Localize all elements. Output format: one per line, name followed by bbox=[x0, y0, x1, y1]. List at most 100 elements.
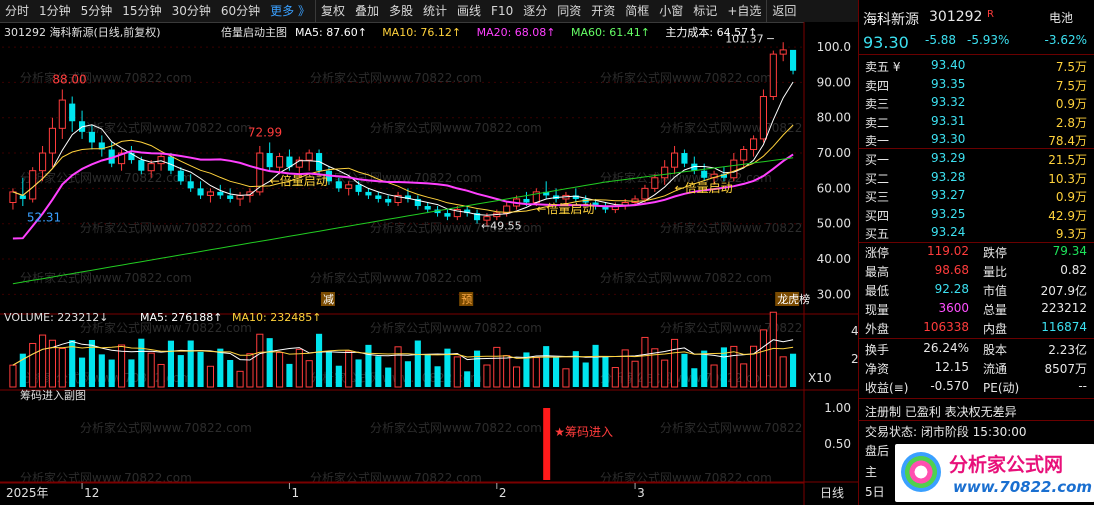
watermark-text: 分析家公式网www.70822.com bbox=[310, 270, 482, 285]
ask-row: 卖三 93.32 0.9万 bbox=[859, 94, 1094, 112]
candle-body-up bbox=[651, 177, 659, 189]
toolbar-button-3[interactable]: 15分钟 bbox=[117, 0, 166, 22]
watermark-text: 分析家公式网www.70822.com bbox=[370, 420, 542, 435]
ask-volume: 78.4万 bbox=[1048, 134, 1087, 148]
candle-body-down bbox=[88, 131, 95, 143]
toolbar-button-12[interactable]: F10 bbox=[486, 0, 518, 22]
toolbar-button-16[interactable]: 简框 bbox=[620, 0, 654, 22]
volume-bar-down bbox=[79, 357, 86, 387]
price-change-pct: -5.93% bbox=[967, 33, 1010, 47]
main-legend-5: MA60: 61.41↑ bbox=[571, 26, 650, 39]
toolbar-button-6[interactable]: 更多 》 bbox=[265, 0, 315, 22]
candle-body-down bbox=[355, 184, 362, 192]
annotations: 88.0052.3172.99←49.55101.37 ─←倍量启动←倍量启动←… bbox=[27, 33, 810, 480]
toolbar-button-10[interactable]: 统计 bbox=[418, 0, 452, 22]
candle-body-up bbox=[750, 138, 758, 151]
volume-bar-down bbox=[365, 344, 372, 387]
quote-panel: 海科新源 301292 R 电池 93.30 -5.88 -5.93% -3.62% 卖五 ¥ 9… bbox=[858, 0, 1094, 505]
toolbar-button-9[interactable]: 多股 bbox=[384, 0, 418, 22]
volume-bar-up bbox=[503, 355, 511, 388]
bid-price: 93.28 bbox=[931, 169, 966, 184]
x-axis-label: 12 bbox=[84, 486, 99, 500]
info-row-2: 交易状态: 闭市阶段 15:30:00 bbox=[859, 422, 1094, 440]
annotation-mid-low: ←49.55 bbox=[481, 219, 522, 232]
volume-bar-up bbox=[256, 333, 264, 388]
fin-row: 换手 26.24% 股本 2.23亿 bbox=[859, 340, 1094, 358]
candle-body-up bbox=[236, 194, 244, 200]
x-axis-label: 3 bbox=[637, 486, 645, 500]
flower-icon bbox=[901, 452, 941, 492]
price-change: -5.88 bbox=[925, 33, 957, 47]
stock-code: 301292 bbox=[929, 9, 983, 25]
annotation-low: 52.31 bbox=[27, 211, 61, 225]
toolbar-button-17[interactable]: 小窗 bbox=[654, 0, 688, 22]
vol-legend-ma5: MA5: 276188↑ bbox=[140, 311, 222, 324]
stat-label: 外盘 bbox=[865, 322, 890, 336]
volume-bar-up bbox=[740, 363, 748, 388]
watermark-text: 分析家公式网www.70822.com bbox=[20, 170, 192, 185]
volume-bar-up bbox=[295, 348, 303, 388]
toolbar-button-14[interactable]: 同资 bbox=[552, 0, 586, 22]
toolbar-button-0[interactable]: 分时 bbox=[0, 0, 34, 22]
volume-bar-up bbox=[661, 359, 669, 388]
volume-bar-up bbox=[276, 352, 284, 388]
annotation-high: 88.00 bbox=[52, 72, 86, 86]
volume-bar-up bbox=[611, 367, 619, 388]
stat-label: 量比 bbox=[983, 265, 1008, 279]
bid-label: 买一 bbox=[865, 153, 890, 167]
volume-bar-down bbox=[701, 350, 708, 387]
stat-value: 207.9亿 bbox=[1040, 284, 1087, 298]
toolbar-button-7[interactable]: 复权 bbox=[314, 0, 350, 22]
candle-body-down bbox=[177, 170, 184, 182]
candle-body-down bbox=[681, 153, 688, 164]
toolbar-button-2[interactable]: 5分钟 bbox=[76, 0, 118, 22]
chip-signal-bar bbox=[543, 408, 551, 480]
bid-volume: 10.3万 bbox=[1048, 171, 1087, 186]
toolbar-button-13[interactable]: 逐分 bbox=[518, 0, 552, 22]
volume-bar-down bbox=[592, 344, 599, 387]
stat-value: 92.28 bbox=[934, 282, 969, 296]
stat-row: 涨停 119.02 跌停 79.34 bbox=[859, 243, 1094, 261]
panel-divider bbox=[859, 420, 1094, 421]
toolbar-button-5[interactable]: 60分钟 bbox=[216, 0, 265, 22]
candle-body-up bbox=[39, 152, 47, 172]
candle-body-down bbox=[19, 195, 26, 199]
vol-tick: 20000 bbox=[851, 352, 858, 366]
kline-chart[interactable]: 分析家公式网www.70822.com 分析家公式网www.70822.com 分析… bbox=[0, 22, 858, 505]
stock-badge: R bbox=[987, 9, 994, 20]
ask-label: 卖二 bbox=[865, 115, 890, 130]
toolbar-button-18[interactable]: 标记 bbox=[688, 0, 722, 22]
stat-value: 0.82 bbox=[1060, 263, 1087, 277]
candle-body-up bbox=[740, 149, 748, 161]
chip-signal-label: ★筹码进入 bbox=[554, 425, 613, 439]
main-legend-3: MA10: 76.12↑ bbox=[382, 26, 461, 39]
x-axis-year: 2025年 bbox=[6, 486, 49, 500]
bid-row: 买二 93.28 10.3万 bbox=[859, 169, 1094, 187]
volume-bar-up bbox=[236, 370, 244, 388]
volume-bar-down bbox=[167, 340, 174, 387]
price-tick: 60.00 bbox=[817, 181, 851, 195]
toolbar-button-20[interactable]: 返回 bbox=[766, 0, 801, 22]
toolbar-button-1[interactable]: 1分钟 bbox=[34, 0, 76, 22]
toolbar-button-4[interactable]: 30分钟 bbox=[167, 0, 216, 22]
fin-row: 收益(≡) -0.570 PE(动) -- bbox=[859, 378, 1094, 396]
watermark-text: 分析家公式网www.70822.com bbox=[80, 220, 252, 235]
toolbar-button-8[interactable]: 叠加 bbox=[350, 0, 384, 22]
candle-body-down bbox=[375, 195, 382, 199]
volume-bar-up bbox=[483, 364, 491, 388]
toolbar-button-19[interactable]: +自选 bbox=[722, 0, 766, 22]
candle-body-down bbox=[385, 198, 392, 203]
stat-row: 外盘 106338 内盘 116874 bbox=[859, 319, 1094, 337]
price-tick: 100.0 bbox=[817, 40, 851, 54]
sub-tick: 0.50 bbox=[824, 437, 851, 451]
sector-name: 电池 bbox=[1048, 11, 1073, 25]
event-tag-text: 龙虎榜 bbox=[777, 292, 810, 306]
volume-bar-down bbox=[138, 338, 145, 387]
panel-divider bbox=[859, 398, 1094, 399]
toolbar-button-11[interactable]: 画线 bbox=[452, 0, 486, 22]
panel-divider bbox=[859, 54, 1094, 55]
bid-row: 买三 93.27 0.9万 bbox=[859, 187, 1094, 205]
toolbar-button-15[interactable]: 开资 bbox=[586, 0, 620, 22]
candle-body-down bbox=[266, 153, 273, 168]
fin-value: 26.24% bbox=[923, 341, 969, 355]
